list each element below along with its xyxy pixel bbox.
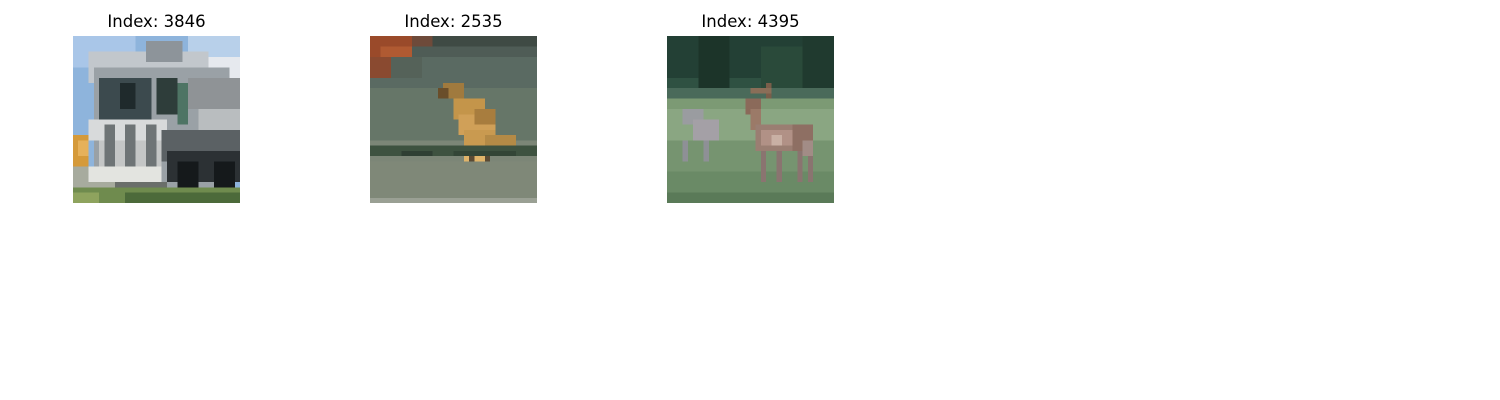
image-panel-1: Index: 3846 [73, 11, 240, 203]
image-panel-3: Index: 4395 [667, 11, 834, 203]
panel-title: Index: 2535 [404, 12, 503, 31]
panel-title: Index: 3846 [107, 12, 206, 31]
truck-image [73, 36, 240, 203]
deer-image [667, 36, 834, 203]
image-panel-2: Index: 2535 [370, 11, 537, 203]
panel-title: Index: 4395 [701, 12, 800, 31]
bird-image [370, 36, 537, 203]
